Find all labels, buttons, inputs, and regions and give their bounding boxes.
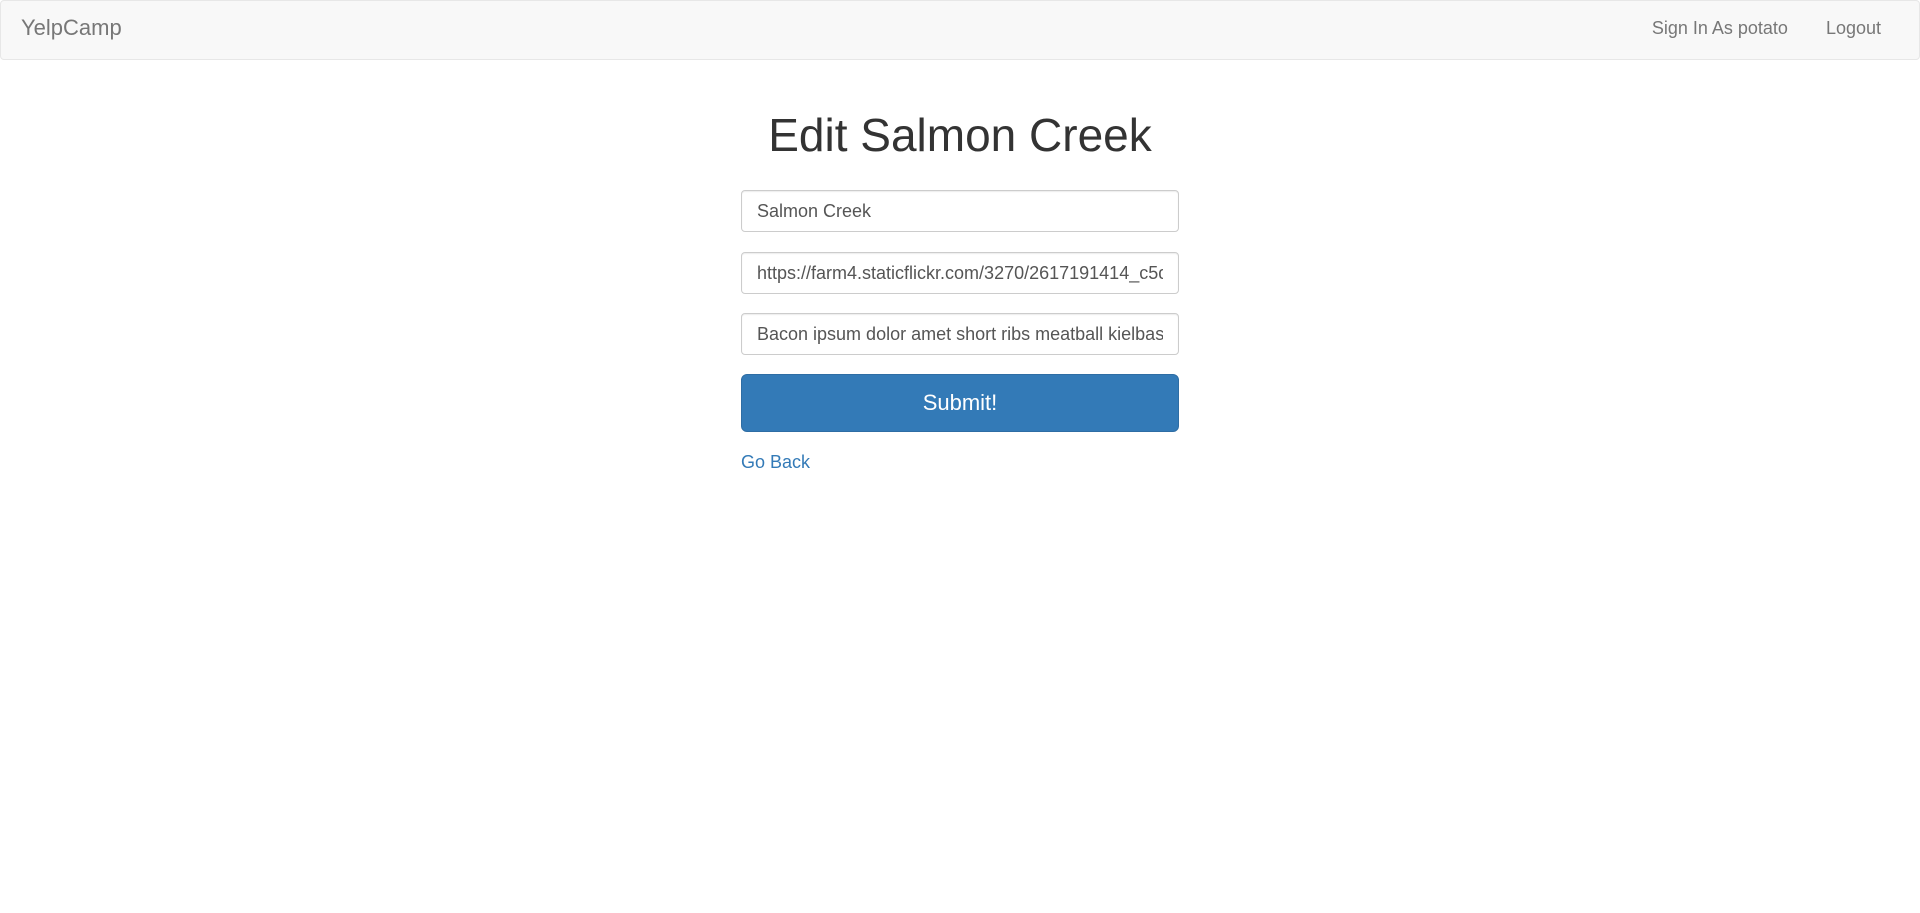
nav-link-logout[interactable]: Logout	[1807, 1, 1919, 55]
navbar-right-links: Sign In As potato Logout	[1633, 1, 1919, 55]
name-input[interactable]	[741, 190, 1179, 232]
brand-link[interactable]: YelpCamp	[21, 1, 122, 55]
go-back-link[interactable]: Go Back	[741, 450, 810, 474]
submit-button[interactable]: Submit!	[741, 374, 1179, 432]
description-input[interactable]	[741, 313, 1179, 355]
navbar: YelpCamp Sign In As potato Logout	[0, 0, 1920, 60]
page-title: Edit Salmon Creek	[768, 109, 1152, 161]
nav-link-sign-in-as[interactable]: Sign In As potato	[1633, 1, 1807, 55]
image-url-input[interactable]	[741, 252, 1179, 294]
